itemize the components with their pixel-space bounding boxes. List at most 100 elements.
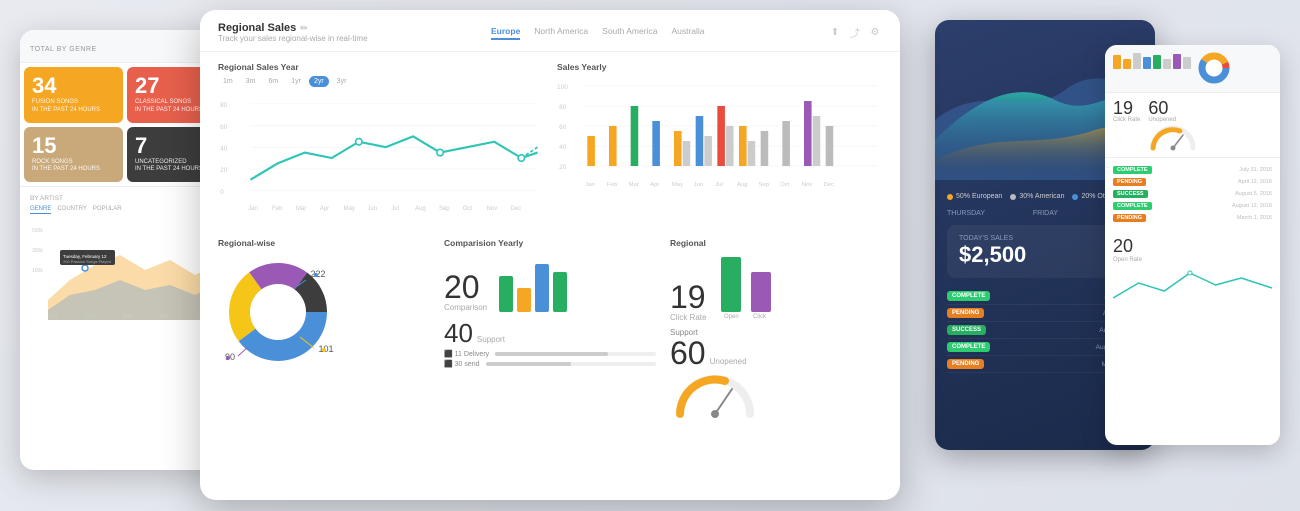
svg-text:500k: 500k (32, 228, 43, 234)
upload-icon[interactable]: ⬆ (828, 26, 842, 40)
left-chart-tabs[interactable]: GENRE COUNTRY POPULAR (30, 206, 220, 214)
status-badge-4: COMPLETE (947, 342, 990, 352)
svg-text:101: 101 (318, 344, 333, 354)
day-friday: FRIDAY (1033, 210, 1058, 217)
comparison-bars-svg (497, 252, 577, 312)
comparison-title: Comparision Yearly (444, 238, 656, 248)
share-icon[interactable]: ⤴ (848, 26, 862, 40)
tile-classical-label: CLASSICAL SONGSin the past 24 hours (135, 99, 203, 115)
click-rate-metric: 19 Click Rate (670, 281, 706, 322)
svg-text:Dec: Dec (510, 206, 521, 212)
tile-fusion-label: FUSION SONGSin the past 24 hours (32, 99, 100, 115)
small-date-3: August 5, 2016 (1235, 191, 1272, 197)
tile-rock: 15 ROCK SONGSin the past 24 hours (24, 127, 123, 183)
period-1m[interactable]: 1m (218, 76, 238, 87)
small-status-row-2: PENDING April 12, 2016 (1113, 176, 1272, 188)
small-date-1: July 31, 2016 (1239, 167, 1272, 173)
small-open-rate: 20 Open Rate (1105, 230, 1280, 314)
legend-dot-others (1072, 194, 1078, 200)
svg-text:Oct: Oct (780, 182, 790, 188)
svg-text:Click: Click (753, 314, 767, 320)
svg-text:Apr: Apr (320, 206, 329, 212)
center-nav-tabs[interactable]: Europe North America South America Austr… (491, 26, 705, 40)
regional-block: Regional 19 Click Rate Open Click (670, 238, 882, 424)
period-buttons[interactable]: 1m 3m 6m 1yr 2yr 3yr (218, 76, 543, 87)
svg-text:Mar: Mar (629, 182, 639, 188)
delivery-item: ⬛ 11 Delivery (444, 350, 656, 358)
status-badge-1: COMPLETE (947, 291, 990, 301)
small-gauge-svg (1148, 123, 1198, 151)
dashboard-container: TOTAL BY GENRE 34 FUSION SONGSin the pas… (0, 0, 1300, 511)
small-badge-1: COMPLETE (1113, 166, 1152, 174)
gauge-svg (670, 369, 760, 419)
svg-text:Jul: Jul (391, 206, 399, 212)
tile-classical-num: 27 (135, 75, 159, 97)
device-center: Regional Sales ✏ Track your sales region… (200, 10, 900, 500)
small-right-header (1105, 45, 1280, 93)
tile-rock-num: 15 (32, 135, 56, 157)
tab-europe[interactable]: Europe (491, 26, 520, 40)
tab-australia[interactable]: Australia (671, 26, 704, 40)
svg-text:Feb: Feb (272, 206, 283, 212)
support-num: 40 (444, 320, 473, 346)
period-3yr[interactable]: 3yr (332, 76, 352, 87)
click-rate-label: Click Rate (670, 313, 706, 322)
small-badge-5: PENDING (1113, 214, 1146, 222)
small-date-5: March 1, 2016 (1237, 215, 1272, 221)
status-badge-2: PENDING (947, 308, 984, 318)
left-area-chart: 500k 300k 100k Tuesday, February 12 200 … (30, 220, 220, 320)
tab-north-america[interactable]: North America (534, 26, 588, 40)
svg-text:0: 0 (220, 189, 224, 196)
bar-chart-svg: 100 80 60 40 20 (557, 76, 882, 206)
tab-country[interactable]: COUNTRY (57, 206, 87, 214)
tiles-grid: 34 FUSION SONGSin the past 24 hours 27 C… (20, 63, 230, 186)
tab-genre[interactable]: GENRE (30, 206, 51, 214)
period-2yr[interactable]: 2yr (309, 76, 329, 87)
small-status-row-4: COMPLETE August 12, 2016 (1113, 200, 1272, 212)
svg-text:300k: 300k (32, 248, 43, 254)
center-header: Regional Sales ✏ Track your sales region… (200, 10, 900, 52)
svg-text:Jun: Jun (368, 206, 378, 212)
center-page-subtitle: Track your sales regional-wise in real-t… (218, 34, 368, 43)
charts-row-2: Regional-wise 222 101 (218, 238, 882, 424)
svg-text:200 Passion Songs Played: 200 Passion Songs Played (63, 259, 111, 264)
send-item: ⬛ 30 send (444, 360, 656, 368)
small-click-rate: 19 Click Rate (1113, 99, 1140, 151)
svg-text:60: 60 (559, 124, 567, 131)
left-chart-section: BY ARTIST GENRE COUNTRY POPULAR 500k 300… (20, 186, 230, 333)
svg-text:APR: APR (160, 314, 171, 320)
svg-text:80: 80 (220, 102, 228, 109)
sales-yearly-block: Sales Yearly 100 80 60 40 20 (557, 62, 882, 228)
pencil-icon: ✏ (300, 23, 308, 34)
svg-text:Aug: Aug (415, 206, 426, 212)
settings-icon[interactable]: ⚙ (868, 26, 882, 40)
tile-uncategorized-num: 7 (135, 135, 147, 157)
period-1yr[interactable]: 1yr (286, 76, 306, 87)
small-status-row-3: SUCCESS August 5, 2016 (1113, 188, 1272, 200)
small-date-2: April 12, 2016 (1238, 179, 1272, 185)
svg-text:60: 60 (220, 124, 228, 131)
svg-text:Jul: Jul (715, 182, 723, 188)
svg-text:Jan: Jan (585, 182, 595, 188)
left-chart-title: BY ARTIST (30, 195, 220, 202)
svg-text:JAN: JAN (48, 314, 58, 320)
period-6m[interactable]: 6m (263, 76, 283, 87)
small-header-chart (1113, 51, 1193, 69)
legend-dot-european (947, 194, 953, 200)
legend-american: 30% American (1010, 193, 1064, 200)
tab-popular[interactable]: POPULAR (93, 206, 122, 214)
device-left: TOTAL BY GENRE 34 FUSION SONGSin the pas… (20, 30, 230, 470)
small-badge-3: SUCCESS (1113, 190, 1148, 198)
unopened-section: Support 60 Unopened (670, 328, 882, 424)
left-header-title: TOTAL BY GENRE (30, 46, 97, 53)
unopened-num: 60 (670, 337, 706, 369)
svg-text:Nov: Nov (487, 206, 498, 212)
svg-text:Nov: Nov (802, 182, 813, 188)
unopened-label: Unopened (710, 357, 747, 366)
tab-south-america[interactable]: South America (602, 26, 657, 40)
svg-text:Oct: Oct (463, 206, 473, 212)
period-3m[interactable]: 3m (241, 76, 261, 87)
donut-chart-svg: 222 101 90 (218, 252, 338, 372)
small-badge-2: PENDING (1113, 178, 1146, 186)
svg-text:80: 80 (559, 104, 567, 111)
